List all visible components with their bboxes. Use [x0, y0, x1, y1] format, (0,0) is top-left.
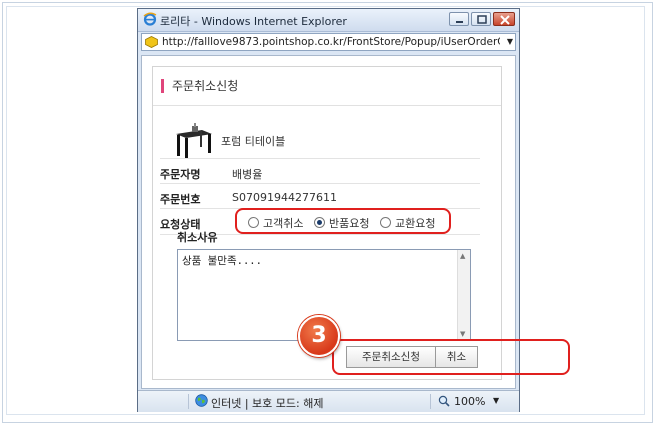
textarea-scrollbar[interactable]: ▲ ▼ — [457, 250, 470, 340]
chevron-down-icon[interactable]: ▼ — [493, 396, 499, 405]
radio-button-icon — [380, 217, 391, 228]
chevron-down-icon[interactable]: ▼ — [507, 37, 513, 46]
orderer-row: 주문자명 배병율 — [160, 162, 480, 182]
divider — [188, 394, 189, 409]
close-icon — [500, 15, 510, 25]
radio-label: 고객취소 — [263, 217, 304, 230]
reason-label: 취소사유 — [177, 231, 218, 244]
window-title: 로리타 - Windows Internet Explorer — [160, 15, 347, 28]
radio-button-selected-icon — [314, 217, 325, 228]
scroll-up-icon[interactable]: ▲ — [460, 252, 465, 260]
url-text: http://falllove9873.pointshop.co.kr/Fron… — [162, 36, 500, 48]
radio-customer-cancel[interactable]: 고객취소 — [248, 215, 303, 231]
divider — [153, 105, 501, 106]
close-button[interactable] — [493, 12, 515, 26]
order-number-value: S07091944277611 — [232, 191, 337, 204]
radio-label: 교환요청 — [395, 217, 436, 230]
security-zone-text: 인터넷 | 보호 모드: 해제 — [211, 397, 324, 410]
product-thumbnail — [176, 123, 212, 158]
orderer-label: 주문자명 — [160, 168, 201, 181]
radio-label: 반품요청 — [329, 217, 370, 230]
order-number-label: 주문번호 — [160, 193, 201, 206]
status-bar: 인터넷 | 보호 모드: 해제 100% ▼ — [138, 390, 519, 412]
title-bar: 로리타 - Windows Internet Explorer — [138, 9, 519, 32]
step-badge: 3 — [298, 315, 340, 357]
site-icon — [145, 36, 158, 48]
reason-text: 상품 불만족.... — [182, 255, 262, 267]
browser-window: 로리타 - Windows Internet Explorer http://f… — [137, 8, 570, 412]
status-radio-group: 고객취소 반품요청 교환요청 — [235, 208, 451, 234]
submit-cancel-request-button[interactable]: 주문취소신청 — [346, 346, 436, 368]
maximize-icon — [477, 15, 487, 24]
row-divider — [160, 183, 480, 184]
orderer-value: 배병율 — [232, 168, 263, 181]
divider — [430, 394, 431, 409]
scroll-down-icon[interactable]: ▼ — [460, 330, 465, 338]
form-heading: 주문취소신청 — [161, 79, 238, 93]
zoom-icon[interactable] — [438, 395, 450, 407]
minimize-button[interactable] — [449, 12, 469, 26]
radio-button-icon — [248, 217, 259, 228]
maximize-button[interactable] — [471, 12, 491, 26]
cancel-button[interactable]: 취소 — [435, 346, 478, 368]
globe-icon — [195, 394, 208, 407]
radio-return-request[interactable]: 반품요청 — [314, 215, 369, 231]
product-name: 포럼 티테이블 — [221, 135, 286, 148]
zoom-level[interactable]: 100% — [454, 395, 485, 408]
row-divider — [160, 158, 480, 159]
order-number-row: 주문번호 S07091944277611 — [160, 187, 480, 207]
minimize-icon — [456, 21, 463, 23]
address-bar[interactable]: http://falllove9873.pointshop.co.kr/Fron… — [141, 33, 516, 51]
ie-logo-icon — [143, 12, 157, 26]
radio-exchange-request[interactable]: 교환요청 — [380, 215, 435, 231]
